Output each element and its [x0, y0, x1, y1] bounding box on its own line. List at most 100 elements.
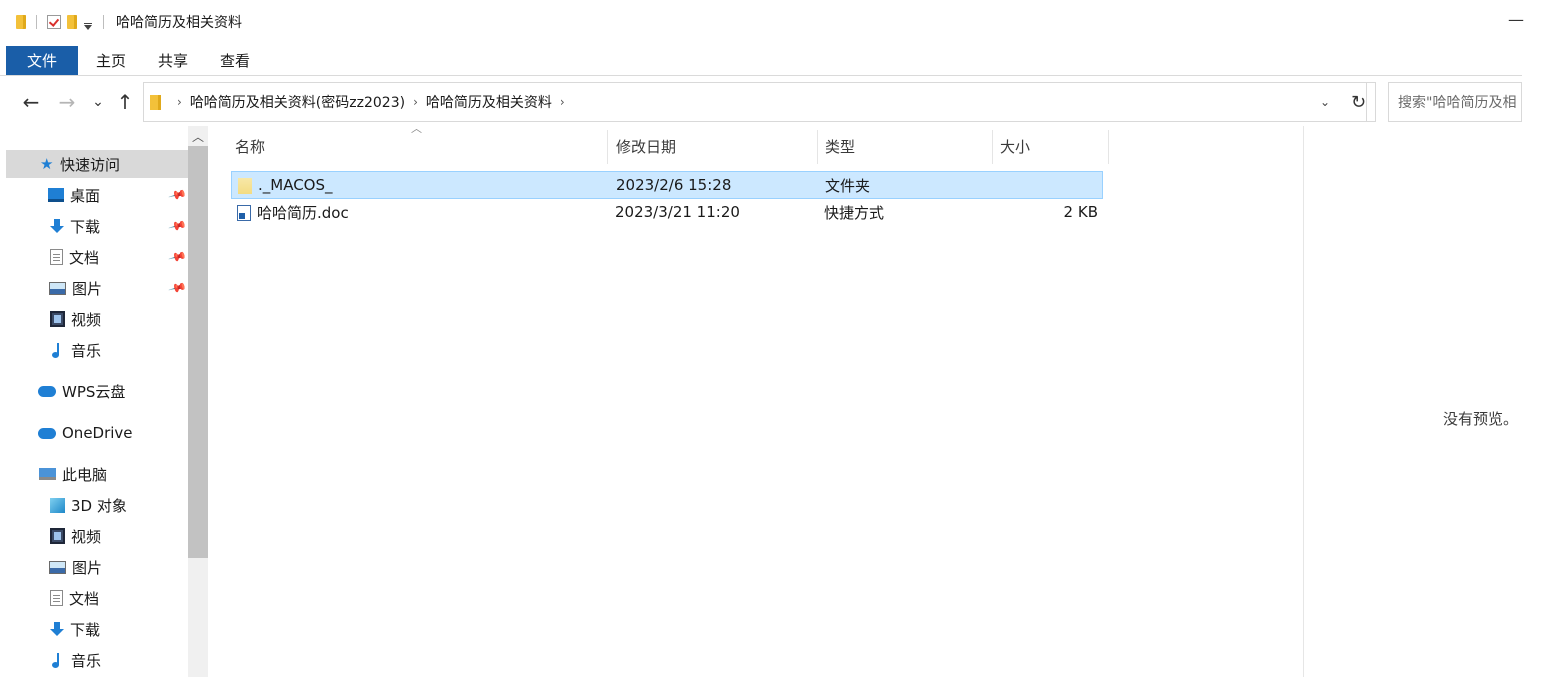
videos-icon	[50, 528, 65, 544]
chevron-right-icon[interactable]: ›	[177, 95, 182, 109]
column-divider[interactable]	[607, 130, 608, 164]
modified-date-cell: 2023/3/21 11:20	[615, 203, 740, 221]
sidebar-item-pc-music[interactable]: 音乐	[51, 646, 101, 674]
chevron-right-icon[interactable]: ›	[560, 95, 565, 109]
column-header-size[interactable]: 大小	[1000, 126, 1100, 166]
sidebar-item-pc-videos[interactable]: 视频	[50, 522, 101, 550]
file-name: ._MACOS_	[258, 176, 333, 194]
sidebar-item-downloads[interactable]: 下载	[50, 212, 100, 240]
sidebar-item-label: OneDrive	[62, 424, 133, 442]
column-header-type[interactable]: 类型	[825, 126, 985, 166]
3d-objects-icon	[50, 497, 65, 513]
sidebar-item-pc-downloads[interactable]: 下载	[50, 615, 100, 643]
pictures-icon	[49, 281, 66, 295]
download-icon	[50, 219, 64, 233]
sidebar-item-onedrive[interactable]: OneDrive	[38, 419, 133, 447]
sidebar-item-label: 快速访问	[60, 155, 121, 174]
sidebar-item-documents[interactable]: 文档	[50, 243, 99, 271]
sidebar-item-pc-documents[interactable]: 文档	[50, 584, 99, 612]
pictures-icon	[49, 560, 66, 574]
chevron-right-icon[interactable]: ›	[413, 95, 418, 109]
file-name-cell[interactable]: 哈哈简历.doc	[237, 202, 349, 223]
table-row[interactable]: 哈哈简历.doc 2023/3/21 11:20 快捷方式 2 KB	[231, 198, 1103, 226]
sidebar-item-label: 文档	[69, 248, 100, 267]
tab-share[interactable]: 共享	[142, 46, 204, 75]
sidebar-item-pc-pictures[interactable]: 图片	[49, 553, 102, 581]
file-name: 哈哈简历.doc	[257, 203, 349, 222]
folder-icon	[16, 15, 26, 29]
type-cell: 文件夹	[825, 176, 871, 195]
sidebar-item-label: 音乐	[71, 341, 102, 360]
minimize-button[interactable]: —	[1508, 12, 1524, 28]
file-name-cell[interactable]: ._MACOS_	[238, 176, 333, 194]
chevron-up-icon[interactable]: ︿	[192, 128, 204, 145]
music-icon	[51, 653, 65, 668]
sidebar-item-desktop[interactable]: 桌面	[48, 181, 100, 209]
pin-icon[interactable]: 📌	[168, 278, 188, 298]
address-dropdown-icon[interactable]: ⌄	[1320, 95, 1330, 109]
search-input[interactable]: 搜索"哈哈简历及相	[1388, 82, 1522, 122]
pin-icon[interactable]: 📌	[168, 216, 188, 236]
sidebar-item-label: 桌面	[70, 186, 101, 205]
breadcrumb-current[interactable]: 哈哈简历及相关资料	[426, 92, 552, 112]
sidebar-item-quick-access[interactable]: ★ 快速访问	[6, 150, 188, 178]
modified-date-cell: 2023/2/6 15:28	[616, 176, 732, 194]
sidebar-item-wps-cloud[interactable]: WPS云盘	[38, 377, 125, 405]
column-header-date[interactable]: 修改日期	[616, 126, 816, 166]
sidebar-item-label: WPS云盘	[62, 382, 126, 401]
column-header-name[interactable]: 名称	[235, 126, 605, 166]
back-button[interactable]: ←	[18, 88, 44, 116]
sidebar-item-this-pc[interactable]: 此电脑	[39, 460, 107, 488]
size-cell: 2 KB	[1063, 203, 1098, 221]
column-divider[interactable]	[817, 130, 818, 164]
tab-file[interactable]: 文件	[6, 46, 78, 75]
refresh-button[interactable]: ↻	[1342, 82, 1376, 122]
sidebar-scrollbar[interactable]: ︿	[188, 126, 208, 677]
sidebar-item-label: 视频	[71, 527, 102, 546]
sidebar-item-label: 下载	[70, 620, 101, 639]
desktop-icon	[48, 188, 64, 202]
scrollbar-thumb[interactable]	[188, 146, 208, 558]
folder-icon	[238, 177, 252, 194]
shortcut-doc-icon	[237, 205, 251, 221]
sidebar-item-label: 3D 对象	[71, 496, 127, 515]
table-row[interactable]: ._MACOS_ 2023/2/6 15:28 文件夹	[231, 171, 1103, 199]
onedrive-cloud-icon	[38, 427, 56, 439]
ribbon-tabs: 文件 主页 共享 查看	[0, 46, 1522, 76]
sidebar-item-music[interactable]: 音乐	[51, 336, 101, 364]
sidebar-item-videos[interactable]: 视频	[50, 305, 101, 333]
folder-icon	[150, 94, 161, 110]
address-bar[interactable]: › 哈哈简历及相关资料(密码zz2023) › 哈哈简历及相关资料 › ⌄	[143, 82, 1367, 122]
window-title: 哈哈简历及相关资料	[116, 15, 242, 31]
document-icon	[50, 249, 63, 265]
up-button[interactable]: ↑	[114, 88, 136, 116]
forward-button[interactable]: →	[54, 88, 80, 116]
sidebar-item-label: 视频	[71, 310, 102, 329]
tab-home[interactable]: 主页	[80, 46, 142, 75]
properties-icon[interactable]	[47, 15, 61, 29]
recent-locations-button[interactable]: ⌄	[90, 88, 106, 116]
preview-pane: 没有预览。	[1303, 126, 1542, 677]
sidebar-item-pictures[interactable]: 图片	[49, 274, 102, 302]
breadcrumb-parent[interactable]: 哈哈简历及相关资料(密码zz2023)	[190, 92, 405, 112]
divider	[103, 15, 104, 29]
column-divider[interactable]	[992, 130, 993, 164]
videos-icon	[50, 311, 65, 327]
column-divider[interactable]	[1108, 130, 1109, 164]
pin-icon[interactable]: 📌	[168, 247, 188, 267]
computer-icon	[39, 468, 56, 480]
sidebar-item-label: 文档	[69, 589, 100, 608]
sidebar-item-label: 图片	[72, 279, 103, 298]
pin-icon[interactable]: 📌	[168, 185, 188, 205]
title-bar: 哈哈简历及相关资料 —	[0, 0, 1542, 44]
file-list: ︿ 名称 修改日期 类型 大小 ._MACOS_ 2023/2/6 15:28 …	[208, 122, 1304, 677]
type-cell: 快捷方式	[824, 203, 885, 222]
tab-view[interactable]: 查看	[204, 46, 266, 75]
divider	[36, 15, 37, 29]
customize-toolbar-icon[interactable]	[83, 15, 93, 30]
new-folder-icon[interactable]	[67, 15, 77, 29]
sidebar-item-3d-objects[interactable]: 3D 对象	[50, 491, 127, 519]
star-icon: ★	[40, 155, 54, 173]
navigation-pane: ★ 快速访问 桌面 📌 下载 📌 文档 📌 图片 📌 视频 音乐 WPS云盘 O…	[0, 126, 208, 677]
document-icon	[50, 590, 63, 606]
